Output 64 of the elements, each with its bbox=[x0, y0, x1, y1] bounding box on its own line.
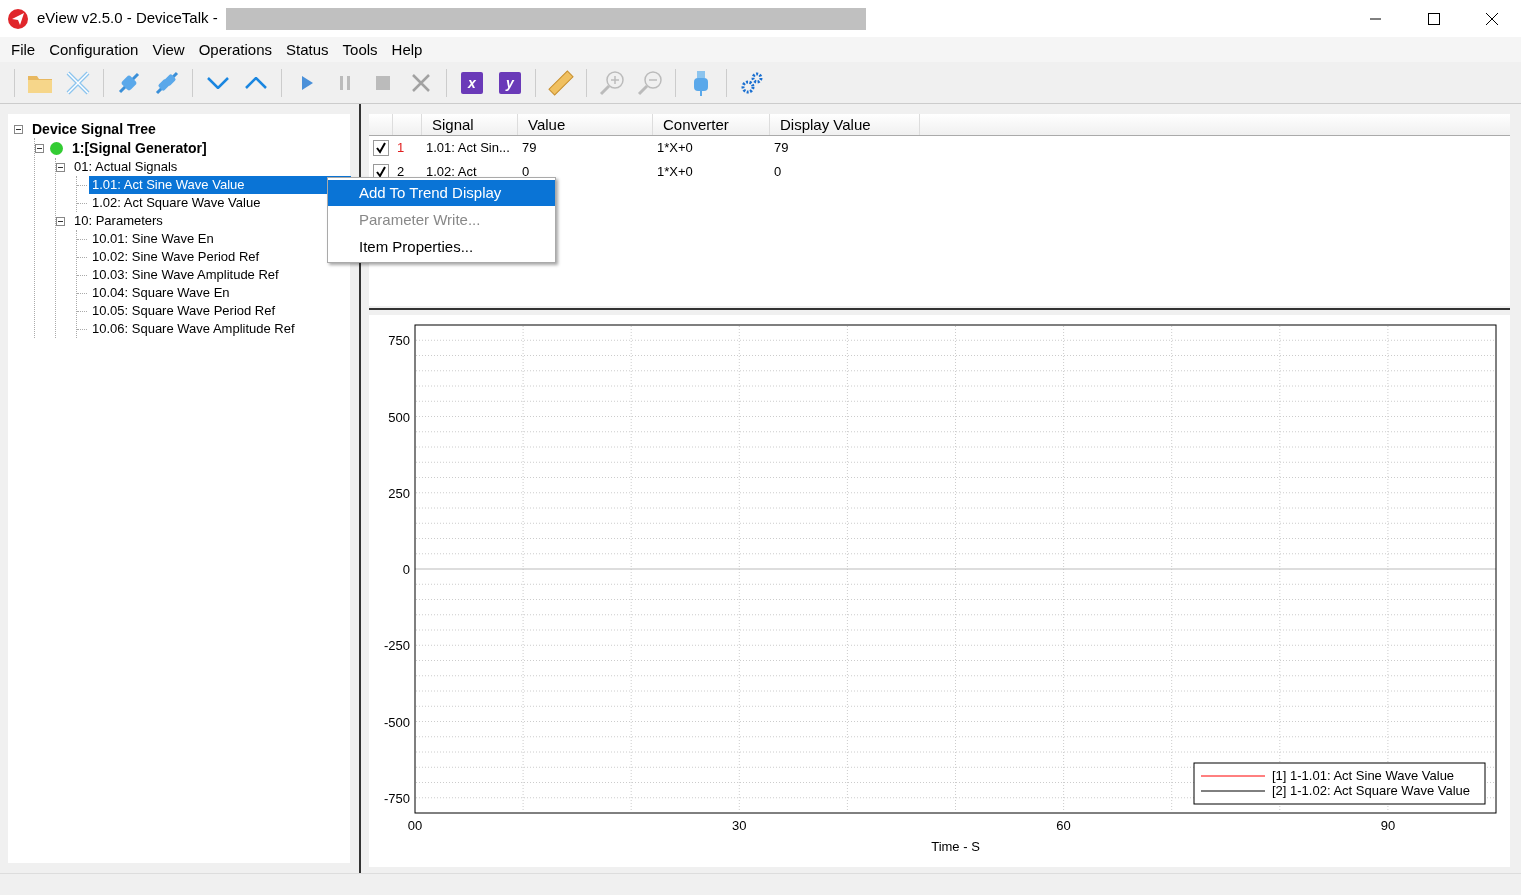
close-icon bbox=[1486, 13, 1498, 26]
x-tick-label: 60 bbox=[1056, 818, 1071, 833]
tree-item[interactable]: 10.06: Square Wave Amplitude Ref bbox=[89, 320, 298, 338]
tree-item[interactable]: 1.02: Act Square Wave Value bbox=[89, 194, 264, 212]
menu-item[interactable]: Status bbox=[279, 37, 336, 62]
window-title: eView v2.5.0 - DeviceTalk - bbox=[37, 8, 218, 29]
menu-item[interactable]: Tools bbox=[335, 37, 385, 62]
y-tick-label: -250 bbox=[383, 638, 410, 654]
checkmark-icon bbox=[375, 142, 387, 154]
menu-item[interactable]: Configuration bbox=[42, 37, 146, 62]
table-cell-text: 79 bbox=[521, 139, 538, 157]
toolbar-button[interactable]: x bbox=[455, 65, 489, 100]
tree-item[interactable]: 1.01: Act Sine Wave Value bbox=[89, 176, 351, 194]
tree-item[interactable]: 10.01: Sine Wave En bbox=[89, 230, 217, 248]
table-cell-text: 1*X+0 bbox=[656, 139, 694, 157]
row-number: 1 bbox=[396, 139, 406, 157]
table-cell-text: 1.01: Act Sin... bbox=[425, 139, 511, 157]
legend-label: [2] 1-1.02: Act Square Wave Value bbox=[1272, 783, 1470, 798]
x-tick-label: 30 bbox=[732, 818, 747, 833]
table-cell-text: 1.02: Act bbox=[425, 163, 478, 181]
column-header[interactable]: Converter bbox=[653, 114, 770, 135]
table-cell-text: 1*X+0 bbox=[656, 163, 694, 181]
collapse-toggle[interactable] bbox=[14, 124, 23, 134]
y-tick-label: -750 bbox=[383, 790, 410, 806]
chevron-up-icon bbox=[245, 76, 267, 89]
tree-item[interactable]: 01: Actual Signals bbox=[71, 158, 181, 176]
menu-item[interactable]: Operations bbox=[191, 37, 280, 62]
tree-item[interactable]: 10: Parameters bbox=[71, 212, 166, 230]
tree-item[interactable]: 10.05: Square Wave Period Ref bbox=[89, 302, 279, 320]
tree-item[interactable]: 1:[Signal Generator] bbox=[69, 139, 210, 157]
tree-item[interactable]: 10.03: Sine Wave Amplitude Ref bbox=[89, 266, 282, 284]
chevron-down-icon bbox=[207, 76, 229, 89]
app-logo-icon bbox=[8, 8, 28, 29]
row-number: 2 bbox=[396, 163, 406, 181]
x-tick-label: 90 bbox=[1380, 818, 1396, 833]
y-tick-label: 0 bbox=[402, 562, 410, 577]
y-tick-label: 250 bbox=[388, 485, 410, 501]
tree-item[interactable]: 10.02: Sine Wave Period Ref bbox=[89, 248, 263, 266]
table-cell-text: 0 bbox=[773, 163, 782, 181]
column-header[interactable]: Value bbox=[518, 114, 653, 135]
y-tick-label: -500 bbox=[383, 714, 410, 730]
y-tick-label: 500 bbox=[388, 409, 410, 425]
menu-item[interactable]: File bbox=[4, 37, 43, 62]
table-cell-text: 79 bbox=[773, 139, 789, 157]
maximize-icon bbox=[1428, 13, 1440, 26]
x-tick-label: 00 bbox=[407, 818, 423, 833]
toolbar-button[interactable]: y bbox=[493, 65, 527, 100]
menu-item[interactable]: Add To Trend Display bbox=[328, 180, 555, 206]
column-header[interactable]: Signal bbox=[422, 114, 518, 135]
checkbox[interactable] bbox=[373, 140, 389, 156]
collapse-toggle[interactable] bbox=[35, 143, 44, 153]
x-axis-label: Time - S bbox=[931, 839, 980, 854]
collapse-toggle[interactable] bbox=[56, 216, 65, 226]
checkmark-icon bbox=[375, 166, 387, 178]
tree-item[interactable]: Device Signal Tree bbox=[29, 120, 159, 138]
tree-item[interactable]: 10.04: Square Wave En bbox=[89, 284, 233, 302]
y-tick-label: 750 bbox=[388, 333, 410, 349]
menu-item[interactable]: Help bbox=[384, 37, 430, 62]
collapse-toggle[interactable] bbox=[56, 162, 65, 172]
menu-item[interactable]: View bbox=[145, 37, 192, 62]
legend-label: [1] 1-1.01: Act Sine Wave Value bbox=[1272, 768, 1455, 783]
menu-item[interactable]: Item Properties... bbox=[328, 234, 555, 260]
column-header[interactable]: Display Value bbox=[770, 114, 920, 135]
table-cell-text: 0 bbox=[521, 163, 531, 181]
